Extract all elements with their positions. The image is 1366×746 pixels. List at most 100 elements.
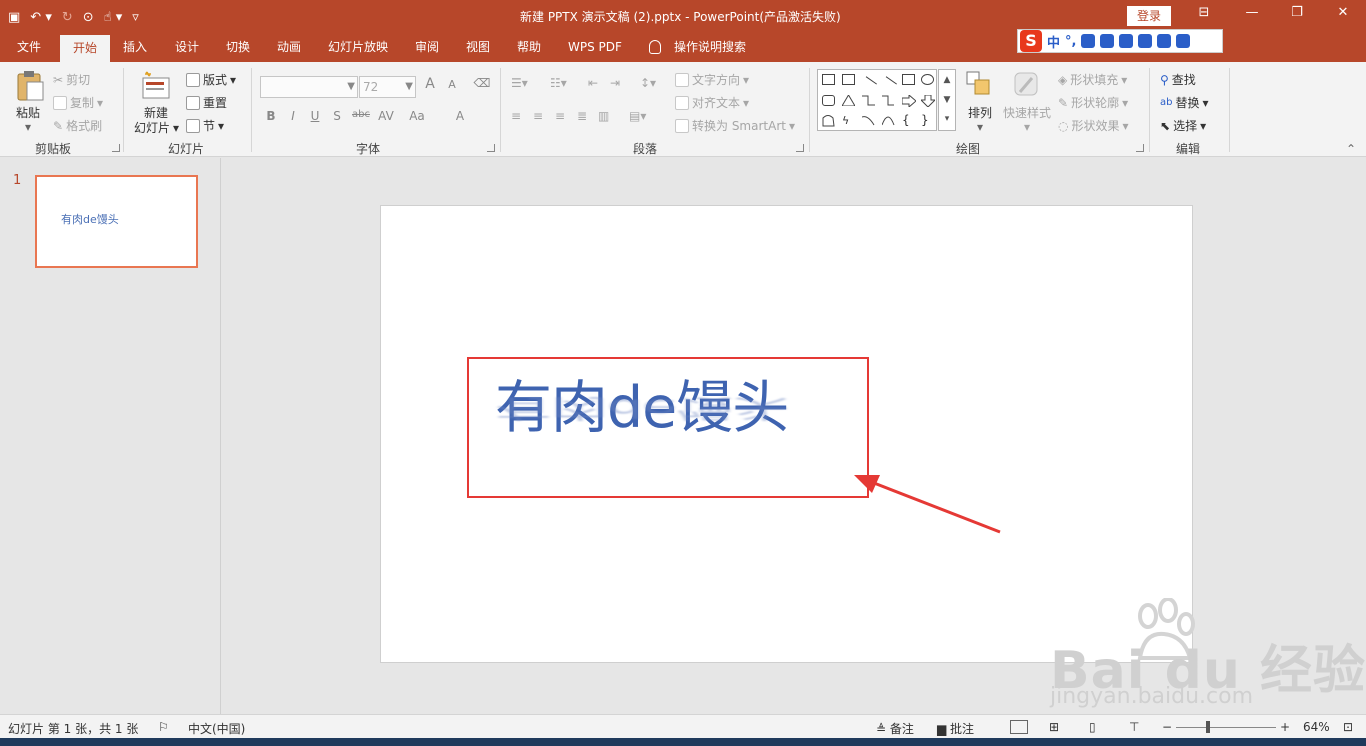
italic-button[interactable]: I: [284, 109, 302, 123]
quick-styles-label[interactable]: 快速样式: [1003, 104, 1051, 121]
underline-button[interactable]: U: [306, 109, 324, 123]
vertical-textbox-shape-icon[interactable]: [842, 74, 855, 85]
slide-thumbnail[interactable]: 有肉de馒头: [35, 175, 198, 268]
increase-indent-icon[interactable]: ⇥: [610, 76, 620, 90]
strikethrough-button[interactable]: abc: [350, 109, 372, 120]
skin-icon[interactable]: [1157, 34, 1172, 48]
tell-me-search[interactable]: 操作说明搜索: [674, 33, 746, 62]
zoom-out-icon[interactable]: −: [1162, 720, 1172, 734]
zoom-in-icon[interactable]: +: [1280, 720, 1290, 734]
normal-view-icon[interactable]: [1010, 720, 1028, 734]
tab-slideshow[interactable]: 幻灯片放映: [328, 33, 388, 62]
sogou-logo-icon[interactable]: S: [1020, 30, 1042, 52]
elbow-connector-shape-icon[interactable]: [862, 95, 875, 106]
language-indicator[interactable]: 中文(中国): [188, 720, 245, 737]
align-left-icon[interactable]: ≡: [511, 109, 521, 123]
comments-button[interactable]: ▆ 批注: [937, 720, 974, 737]
bullets-icon[interactable]: ☰▾: [511, 76, 528, 90]
customize-qat-icon[interactable]: ▿: [132, 10, 139, 25]
ribbon-display-options-icon[interactable]: ⊟: [1194, 5, 1214, 20]
restore-icon[interactable]: ❐: [1287, 5, 1307, 20]
chevron-up-icon[interactable]: ▲: [939, 70, 955, 90]
shape-effects-button[interactable]: ◌ 形状效果 ▾: [1058, 117, 1129, 134]
copy-button[interactable]: 复制 ▾: [53, 94, 103, 111]
numbering-icon[interactable]: ☷▾: [550, 76, 567, 90]
right-arrow-shape-icon[interactable]: [901, 93, 917, 109]
microphone-icon[interactable]: [1100, 34, 1115, 48]
select-button[interactable]: ⬉ 选择 ▾: [1160, 117, 1206, 134]
line-spacing-icon[interactable]: ↕▾: [640, 76, 656, 90]
zoom-slider[interactable]: [1176, 727, 1276, 728]
paste-label[interactable]: 粘贴: [16, 104, 40, 121]
font-size-combo[interactable]: 72 ▼: [359, 76, 416, 98]
tab-transitions[interactable]: 切换: [226, 33, 250, 62]
notes-button[interactable]: ≜ 备注: [876, 720, 914, 737]
rounded-rectangle-shape-icon[interactable]: [822, 95, 835, 106]
change-case-button[interactable]: Aa: [405, 109, 429, 123]
scribble-shape-icon[interactable]: ϟ: [842, 115, 855, 126]
shadow-button[interactable]: S: [328, 109, 346, 123]
curve-shape-icon[interactable]: [861, 115, 875, 126]
new-slide-button[interactable]: 幻灯片 ▾: [134, 119, 179, 136]
touch-mode-icon[interactable]: ☝ ▾: [104, 10, 123, 25]
character-spacing-button[interactable]: AV: [374, 109, 398, 123]
oval-shape-icon[interactable]: [921, 74, 934, 85]
text-direction-button[interactable]: 文字方向 ▾: [675, 71, 749, 88]
font-color-button[interactable]: A: [451, 109, 469, 123]
chevron-down-icon[interactable]: ▼: [939, 90, 955, 110]
justify-icon[interactable]: ≣: [577, 109, 587, 123]
emoji-icon[interactable]: [1081, 34, 1096, 48]
right-brace-shape-icon[interactable]: }: [921, 114, 934, 126]
find-button[interactable]: ⚲ 查找: [1160, 71, 1196, 88]
align-text-button[interactable]: 对齐文本 ▾: [675, 94, 749, 111]
paste-icon[interactable]: [15, 70, 45, 102]
shape-fill-button[interactable]: ◈ 形状填充 ▾: [1058, 71, 1127, 88]
arrange-dropdown-icon[interactable]: ▾: [977, 120, 983, 134]
redo-icon[interactable]: ↻: [62, 10, 73, 25]
fit-to-window-icon[interactable]: ⊡: [1343, 720, 1353, 734]
login-button[interactable]: 登录: [1127, 6, 1171, 26]
format-painter-button[interactable]: ✎ 格式刷: [53, 117, 102, 134]
freeform-shape-icon[interactable]: [822, 115, 835, 127]
new-slide-icon[interactable]: [141, 70, 171, 102]
tab-animations[interactable]: 动画: [277, 33, 301, 62]
tab-design[interactable]: 设计: [175, 33, 199, 62]
grow-font-button[interactable]: A: [421, 76, 439, 92]
gallery-expand-icon[interactable]: ▾: [939, 110, 955, 128]
grid-icon[interactable]: [1176, 34, 1191, 48]
tab-view[interactable]: 视图: [466, 33, 490, 62]
triangle-shape-icon[interactable]: [841, 94, 856, 107]
quick-styles-dropdown-icon[interactable]: ▾: [1024, 120, 1030, 134]
line-shape-icon[interactable]: [860, 76, 877, 93]
section-button[interactable]: 节 ▾: [186, 117, 224, 134]
toolbox-icon[interactable]: [1138, 34, 1153, 48]
tab-home[interactable]: 开始: [60, 35, 111, 62]
minimize-icon[interactable]: —: [1242, 5, 1262, 20]
arrange-icon[interactable]: [965, 70, 995, 102]
shapes-gallery[interactable]: ϟ { }: [817, 69, 937, 131]
quick-styles-icon[interactable]: [1012, 70, 1042, 102]
clipboard-launcher-icon[interactable]: [112, 144, 120, 152]
align-right-icon[interactable]: ≡: [555, 109, 565, 123]
ime-mode[interactable]: 中: [1047, 32, 1060, 51]
left-brace-shape-icon[interactable]: {: [902, 114, 915, 126]
smartart-button[interactable]: 转换为 SmartArt ▾: [675, 117, 795, 134]
cut-button[interactable]: ✂ 剪切: [53, 71, 90, 88]
spellcheck-icon[interactable]: ⚐: [158, 720, 169, 734]
reading-view-icon[interactable]: ▯: [1089, 720, 1096, 734]
zoom-slider-thumb[interactable]: [1206, 721, 1210, 733]
slideshow-view-icon[interactable]: ⊤: [1129, 720, 1139, 734]
rectangle-shape-icon[interactable]: [902, 74, 915, 85]
font-family-combo[interactable]: ▼: [260, 76, 358, 98]
reset-button[interactable]: 重置: [186, 94, 227, 111]
down-arrow-shape-icon[interactable]: [919, 94, 937, 108]
align-center-icon[interactable]: ≡: [533, 109, 543, 123]
zoom-level[interactable]: 64%: [1303, 720, 1330, 734]
arc-shape-icon[interactable]: [881, 115, 895, 126]
columns-icon[interactable]: ▤▾: [629, 109, 646, 123]
collapse-ribbon-icon[interactable]: ⌃: [1346, 142, 1356, 156]
drawing-launcher-icon[interactable]: [1136, 144, 1144, 152]
undo-icon[interactable]: ↶ ▾: [30, 10, 52, 25]
clear-formatting-icon[interactable]: ⌫: [473, 76, 491, 90]
shape-outline-button[interactable]: ✎ 形状轮廓 ▾: [1058, 94, 1128, 111]
